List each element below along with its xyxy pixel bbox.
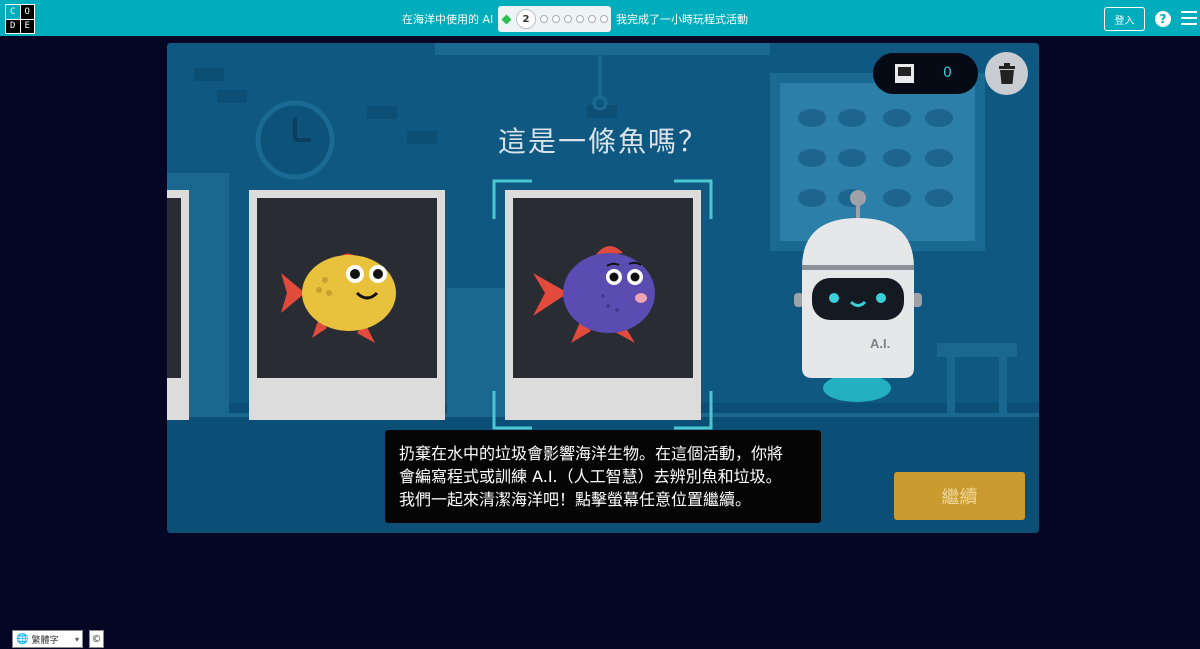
trash-counter: 0 [873, 53, 978, 94]
level-dot[interactable] [600, 15, 608, 23]
chevron-down-icon: ▾ [74, 634, 79, 644]
language-select[interactable]: 🌐 繁體字 ▾ [12, 630, 83, 648]
globe-icon: 🌐 [16, 633, 29, 645]
robot-label: A.I. [870, 336, 890, 351]
caption-line: 扔棄在水中的垃圾會影響海洋生物。在這個活動，你將 [399, 444, 784, 463]
copyright-icon[interactable]: © [89, 630, 104, 648]
level-dot[interactable] [588, 15, 596, 23]
fish-photo [257, 198, 437, 378]
signin-button[interactable]: 登入 [1104, 7, 1145, 31]
current-level-bubble[interactable]: 2 [516, 9, 536, 29]
top-header: C O D E 在海洋中使用的 AI 2 我完成了一小時玩程式活動 登入 ? [0, 0, 1200, 36]
language-value: 繁體字 [31, 635, 59, 646]
question-heading: 這是一條魚嗎？ [497, 125, 708, 158]
hour-of-code-finish-link[interactable]: 我完成了一小時玩程式活動 [616, 11, 748, 27]
photo-card-purple-fish[interactable] [505, 190, 701, 420]
activity-title[interactable]: 在海洋中使用的 AI [402, 11, 493, 27]
logo-letter-o: O [20, 5, 34, 19]
level-dot[interactable] [564, 15, 572, 23]
yellow-fish-icon [281, 253, 396, 343]
fish-photo [513, 198, 693, 378]
purple-fish-icon [533, 246, 655, 343]
logo-letter-c: C [6, 5, 20, 19]
photo-card-yellow-fish [249, 190, 445, 420]
counter-value: 0 [943, 65, 952, 81]
continue-button[interactable]: 繼續 [894, 472, 1025, 520]
level-dot[interactable] [552, 15, 560, 23]
caption-line: 會編寫程式或訓練 A.I.（人工智慧）去辨別魚和垃圾。 [399, 467, 782, 486]
code-org-logo[interactable]: C O D E [5, 4, 35, 34]
level-dot[interactable] [540, 15, 548, 23]
hamburger-menu-icon[interactable] [1181, 11, 1197, 25]
level-dot[interactable] [576, 15, 584, 23]
caption-line: 我們一起來清潔海洋吧！點擊螢幕任意位置繼續。 [399, 490, 752, 509]
trash-icon[interactable] [985, 52, 1028, 95]
photo-card-previous [167, 190, 189, 420]
level-1-complete-icon[interactable] [501, 14, 512, 24]
logo-letter-d: D [6, 19, 20, 33]
help-icon[interactable]: ? [1155, 11, 1171, 27]
counter-square-icon [895, 64, 914, 83]
level-progress: 2 [498, 6, 611, 32]
instruction-caption[interactable]: 扔棄在水中的垃圾會影響海洋生物。在這個活動，你將 會編寫程式或訓練 A.I.（人… [385, 430, 821, 523]
logo-letter-e: E [20, 19, 34, 33]
